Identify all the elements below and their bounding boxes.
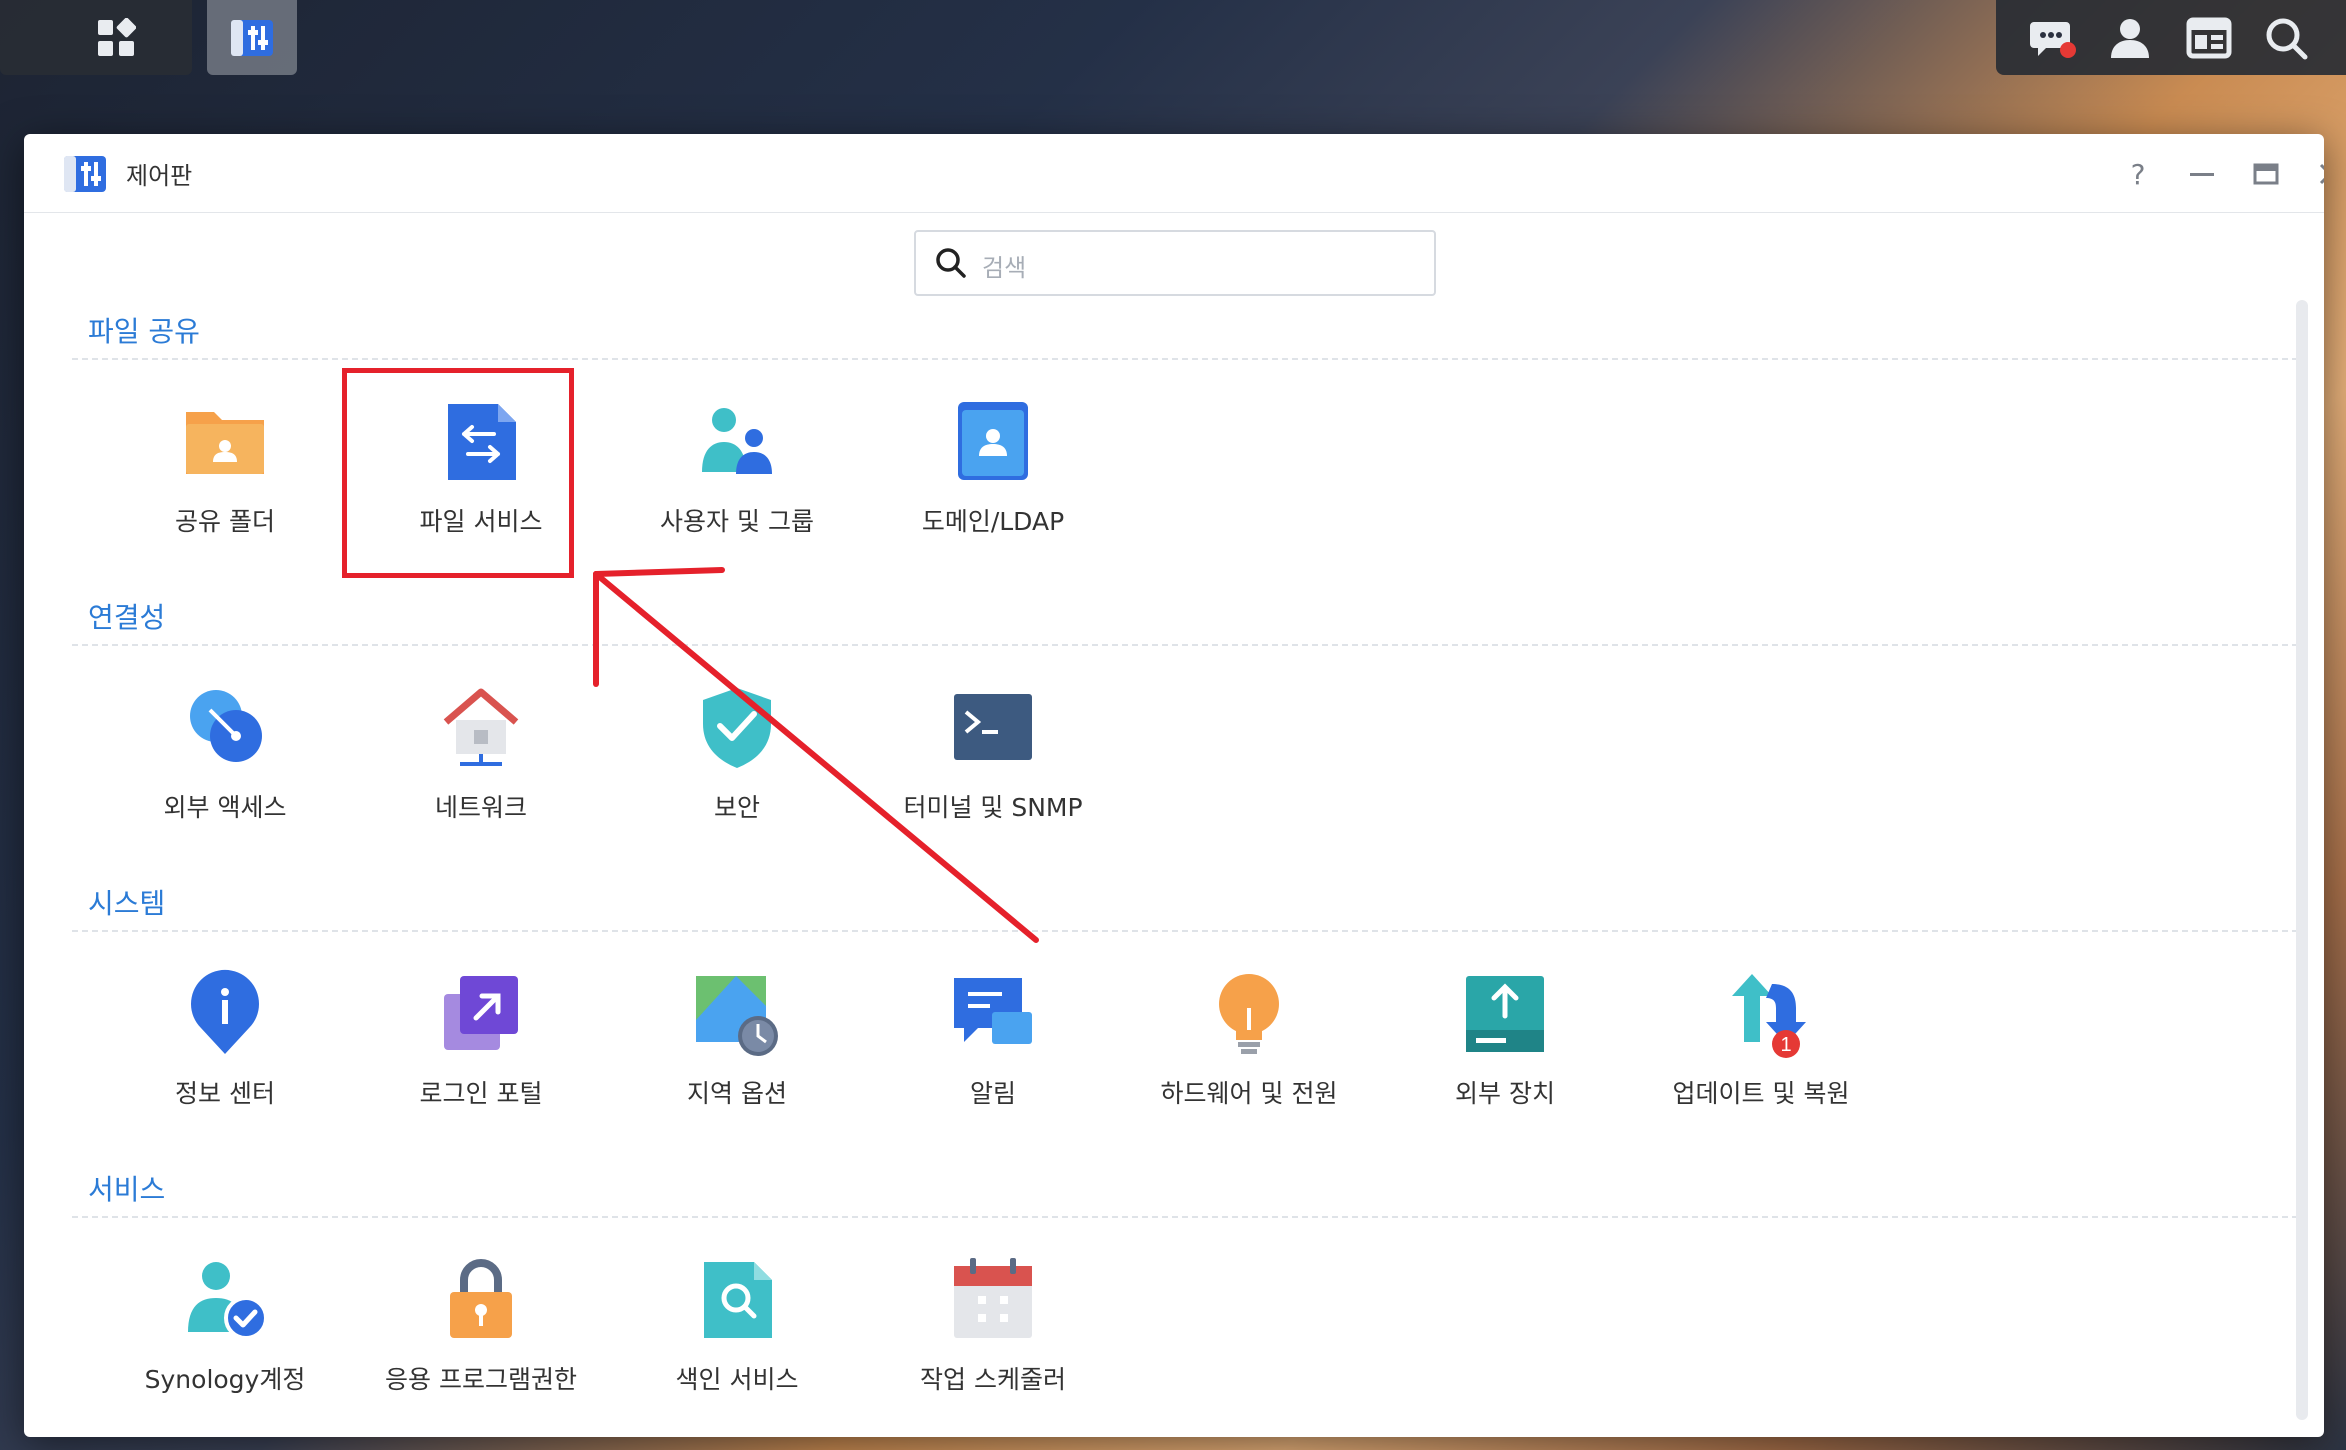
annotation-arrow — [593, 567, 1039, 943]
